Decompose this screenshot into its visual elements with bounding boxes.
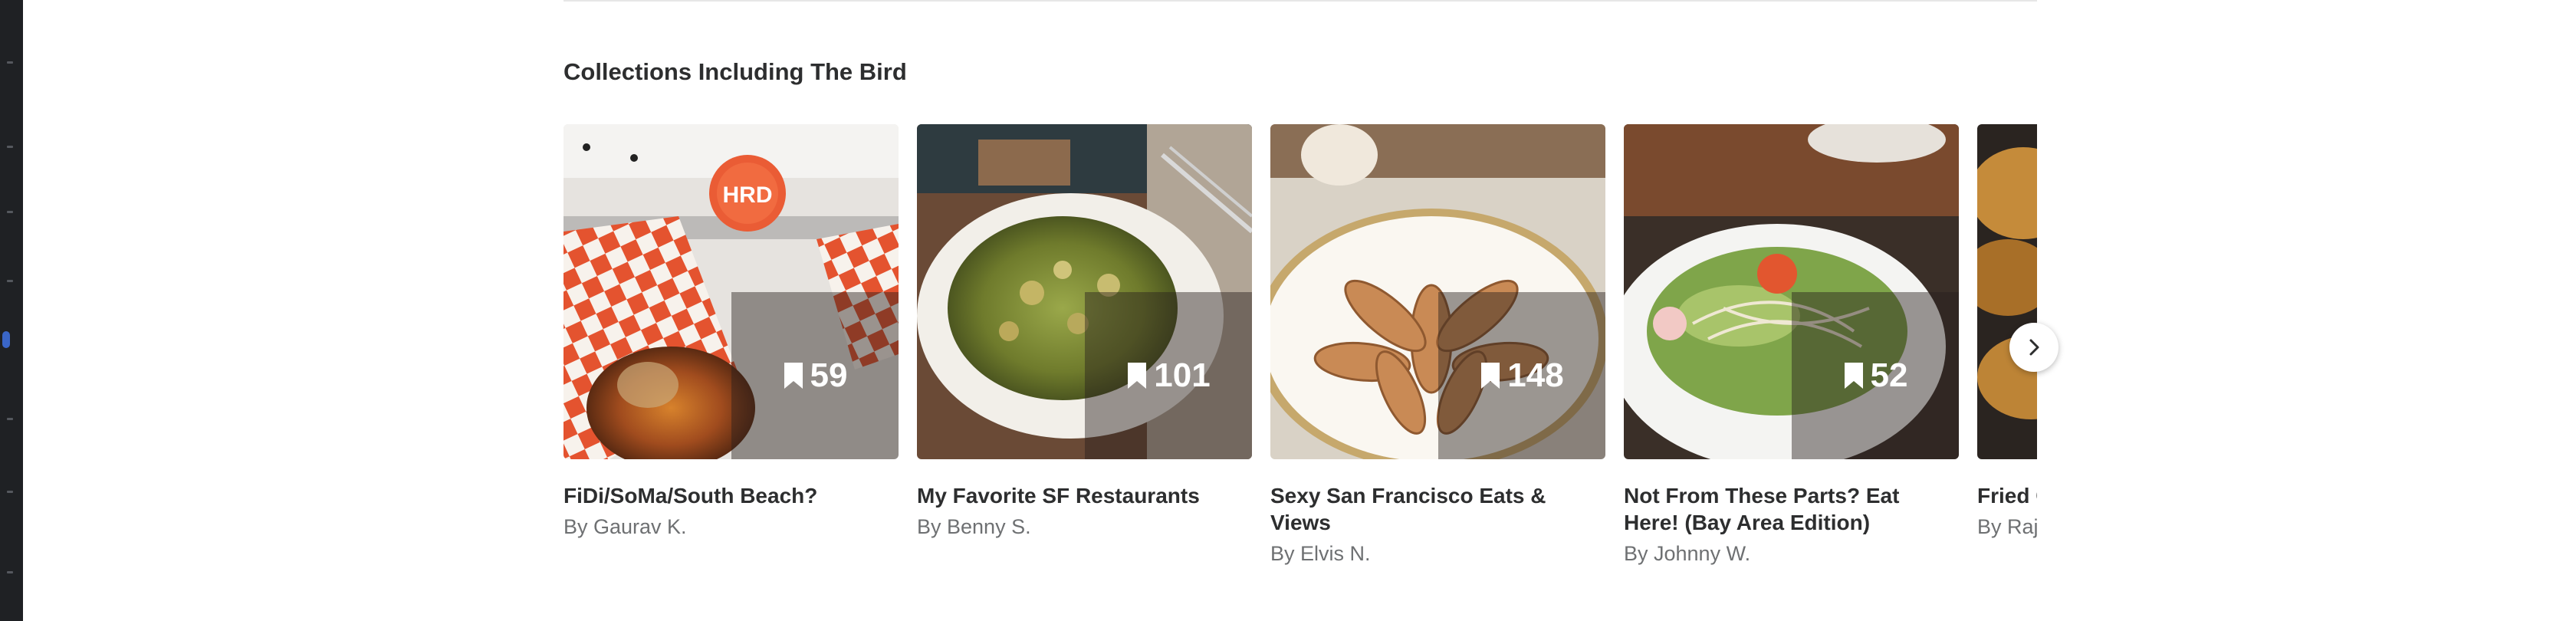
collection-author[interactable]: By Raj bbox=[1977, 515, 2037, 539]
collection-title[interactable]: FiDi/SoMa/South Beach? bbox=[564, 482, 899, 509]
bookmark-icon bbox=[784, 363, 803, 389]
saves-count-badge: 101 bbox=[1085, 292, 1252, 459]
collection-title[interactable]: My Favorite SF Restaurants bbox=[917, 482, 1252, 509]
edge-marker bbox=[7, 61, 13, 64]
section-title: Collections Including The Bird bbox=[564, 58, 907, 85]
saves-count-badge: 52 bbox=[1792, 292, 1959, 459]
left-window-edge bbox=[0, 0, 23, 621]
bookmark-icon bbox=[1481, 363, 1500, 389]
collections-section: Collections Including The Bird HRD 59 Fi… bbox=[564, 0, 2037, 621]
edge-marker bbox=[7, 211, 13, 213]
collection-author[interactable]: By Gaurav K. bbox=[564, 515, 899, 539]
collection-card[interactable]: HRD 59 FiDi/SoMa/South Beach? By Gaurav … bbox=[564, 124, 899, 539]
saves-count-badge: 148 bbox=[1438, 292, 1605, 459]
saves-count: 148 bbox=[1507, 356, 1564, 394]
collection-card[interactable]: 148 Sexy San Francisco Eats & Views By E… bbox=[1270, 124, 1605, 566]
collection-photo[interactable]: HRD 59 bbox=[564, 124, 899, 459]
carousel-next-button[interactable] bbox=[2009, 323, 2058, 372]
fried-chicken-photo bbox=[1977, 124, 2037, 459]
edge-scroll-knob[interactable] bbox=[2, 331, 10, 348]
collection-card[interactable]: 101 My Favorite SF Restaurants By Benny … bbox=[917, 124, 1252, 539]
collection-photo[interactable] bbox=[1977, 124, 2037, 459]
collection-photo[interactable]: 52 bbox=[1624, 124, 1959, 459]
collection-author[interactable]: By Johnny W. bbox=[1624, 542, 1959, 566]
chevron-right-icon bbox=[2029, 339, 2039, 356]
edge-marker bbox=[7, 491, 13, 493]
edge-marker bbox=[7, 418, 13, 420]
edge-marker bbox=[7, 280, 13, 282]
collection-title[interactable]: Sexy San Francisco Eats & Views bbox=[1270, 482, 1605, 536]
bookmark-icon bbox=[1128, 363, 1147, 389]
saves-count: 101 bbox=[1154, 356, 1211, 394]
saves-count: 59 bbox=[810, 356, 848, 394]
edge-marker bbox=[7, 571, 13, 573]
svg-text:HRD: HRD bbox=[723, 182, 773, 208]
collection-photo[interactable]: 148 bbox=[1270, 124, 1605, 459]
collections-carousel: HRD 59 FiDi/SoMa/South Beach? By Gaurav … bbox=[564, 124, 2037, 615]
saves-count-badge: 59 bbox=[731, 292, 899, 459]
edge-marker bbox=[7, 146, 13, 148]
bookmark-icon bbox=[1844, 363, 1863, 389]
collection-photo[interactable]: 101 bbox=[917, 124, 1252, 459]
saves-count: 52 bbox=[1870, 356, 1908, 394]
collection-author[interactable]: By Benny S. bbox=[917, 515, 1252, 539]
collection-title[interactable]: Not From These Parts? Eat Here! (Bay Are… bbox=[1624, 482, 1959, 536]
collection-card[interactable]: 52 Not From These Parts? Eat Here! (Bay … bbox=[1624, 124, 1959, 566]
collection-title[interactable]: Fried C bbox=[1977, 482, 2037, 509]
collection-author[interactable]: By Elvis N. bbox=[1270, 542, 1605, 566]
